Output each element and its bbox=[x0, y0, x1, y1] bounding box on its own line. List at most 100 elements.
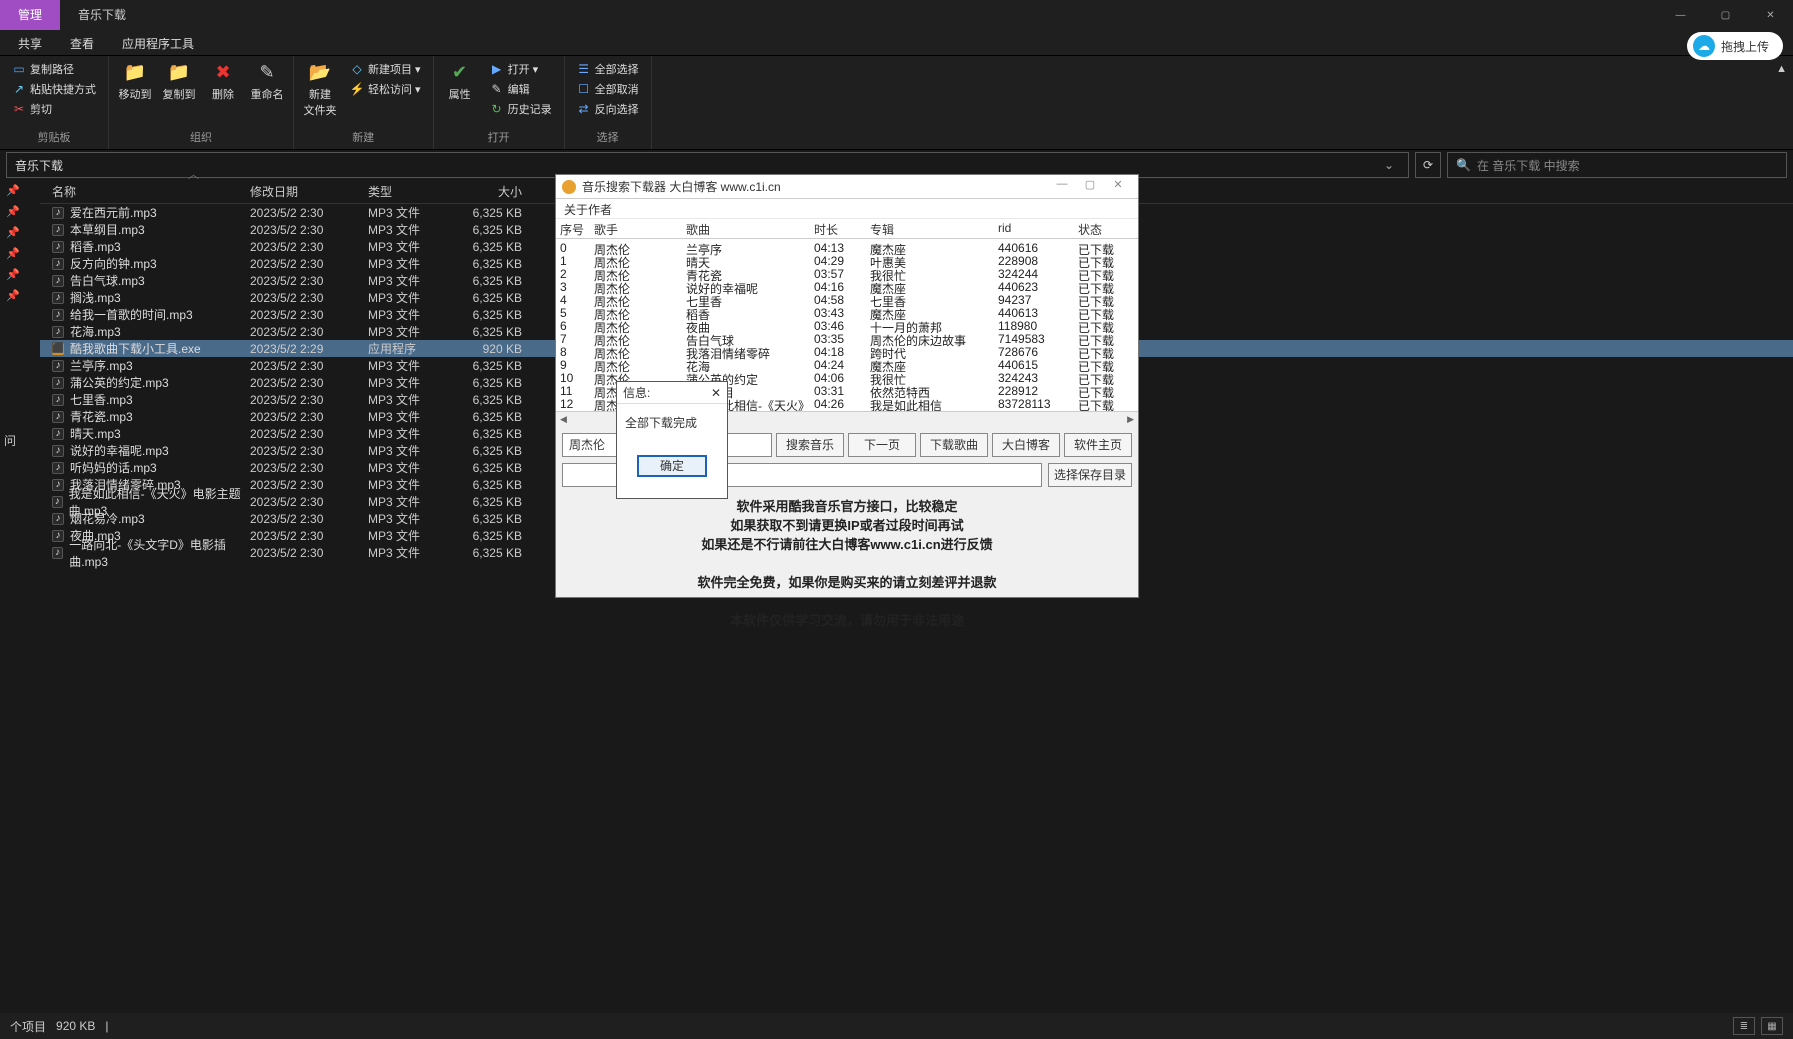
app-row[interactable]: 1周杰伦晴天04:29叶惠美228908已下载 bbox=[556, 252, 1138, 265]
col-name[interactable]: 名称 bbox=[40, 183, 250, 200]
app-row[interactable]: 8周杰伦我落泪情绪零碎04:18跨时代728676已下载 bbox=[556, 343, 1138, 356]
hdr-artist[interactable]: 歌手 bbox=[590, 219, 682, 238]
app-home-button[interactable]: 软件主页 bbox=[1064, 433, 1132, 457]
file-size: 6,325 KB bbox=[468, 274, 538, 288]
hdr-dur[interactable]: 时长 bbox=[810, 219, 866, 238]
search-icon: 🔍 bbox=[1456, 158, 1471, 172]
collapse-ribbon-icon[interactable]: ▲ bbox=[1776, 63, 1787, 75]
pin-icon[interactable]: 📌 bbox=[0, 264, 40, 285]
history-button[interactable]: ↻历史记录 bbox=[486, 100, 556, 118]
file-name: 一路向北-《头文字D》电影插曲.mp3 bbox=[69, 536, 250, 570]
col-type[interactable]: 类型 bbox=[368, 183, 468, 200]
hdr-state[interactable]: 状态 bbox=[1074, 219, 1120, 238]
view-details-icon[interactable]: ≣ bbox=[1733, 1017, 1755, 1035]
delete-button[interactable]: ✖删除 bbox=[205, 60, 241, 102]
cut-button[interactable]: ✂剪切 bbox=[8, 100, 100, 118]
copy-path-button[interactable]: ▭复制路径 bbox=[8, 60, 100, 78]
open-button[interactable]: ▶打开 ▾ bbox=[486, 60, 556, 78]
file-date: 2023/5/2 2:30 bbox=[250, 393, 368, 407]
search-input[interactable]: 🔍 在 音乐下载 中搜索 bbox=[1447, 152, 1787, 178]
invert-icon: ⇄ bbox=[577, 102, 591, 116]
file-size: 6,325 KB bbox=[468, 410, 538, 424]
breadcrumb[interactable]: 音乐下载 bbox=[15, 157, 63, 174]
upload-badge[interactable]: ☁ 拖拽上传 bbox=[1687, 32, 1783, 60]
tab-manage[interactable]: 管理 bbox=[0, 0, 60, 30]
app-menu-about[interactable]: 关于作者 bbox=[564, 203, 612, 217]
properties-button[interactable]: ✔属性 bbox=[442, 60, 478, 102]
app-maximize-icon[interactable]: ▢ bbox=[1076, 178, 1104, 196]
mp3-icon: ♪ bbox=[52, 513, 64, 525]
upload-label: 拖拽上传 bbox=[1721, 38, 1769, 55]
app-titlebar[interactable]: 音乐搜索下载器 大白博客 www.c1i.cn — ▢ ✕ bbox=[556, 175, 1138, 199]
app-row[interactable]: 3周杰伦说好的幸福呢04:16魔杰座440623已下载 bbox=[556, 278, 1138, 291]
file-size: 6,325 KB bbox=[468, 495, 538, 509]
properties-icon: ✔ bbox=[448, 60, 472, 84]
select-none-button[interactable]: ☐全部取消 bbox=[573, 80, 643, 98]
mp3-icon: ♪ bbox=[52, 462, 64, 474]
refresh-button[interactable]: ⟳ bbox=[1415, 152, 1441, 178]
app-row[interactable]: 7周杰伦告白气球03:35周杰伦的床边故事7149583已下载 bbox=[556, 330, 1138, 343]
menu-share[interactable]: 共享 bbox=[4, 30, 56, 55]
paste-shortcut-button[interactable]: ↗粘贴快捷方式 bbox=[8, 80, 100, 98]
col-date[interactable]: 修改日期 bbox=[250, 183, 368, 200]
easy-access-button[interactable]: ⚡轻松访问 ▾ bbox=[346, 80, 425, 98]
invert-selection-button[interactable]: ⇄反向选择 bbox=[573, 100, 643, 118]
pin-icon[interactable]: 📌 bbox=[0, 180, 40, 201]
file-size: 6,325 KB bbox=[468, 393, 538, 407]
pin-icon[interactable]: 📌 bbox=[0, 285, 40, 306]
file-size: 6,325 KB bbox=[468, 529, 538, 543]
view-thumbs-icon[interactable]: ▦ bbox=[1761, 1017, 1783, 1035]
app-blog-button[interactable]: 大白博客 bbox=[992, 433, 1060, 457]
file-size: 6,325 KB bbox=[468, 257, 538, 271]
file-name: 稻香.mp3 bbox=[70, 238, 121, 255]
app-row[interactable]: 5周杰伦稻香03:43魔杰座440613已下载 bbox=[556, 304, 1138, 317]
hdr-album[interactable]: 专辑 bbox=[866, 219, 994, 238]
edit-button[interactable]: ✎编辑 bbox=[486, 80, 556, 98]
app-row[interactable]: 2周杰伦青花瓷03:57我很忙324244已下载 bbox=[556, 265, 1138, 278]
close-icon[interactable]: ✕ bbox=[1748, 0, 1793, 30]
copy-to-button[interactable]: 📁复制到 bbox=[161, 60, 197, 102]
file-date: 2023/5/2 2:30 bbox=[250, 495, 368, 509]
msg-title: 信息: bbox=[623, 384, 650, 401]
mp3-icon: ♪ bbox=[52, 445, 64, 457]
file-size: 6,325 KB bbox=[468, 512, 538, 526]
file-type: MP3 文件 bbox=[368, 476, 468, 493]
app-row[interactable]: 0周杰伦兰亭序04:13魔杰座440616已下载 bbox=[556, 239, 1138, 252]
app-choose-dir-button[interactable]: 选择保存目录 bbox=[1048, 463, 1132, 487]
app-close-icon[interactable]: ✕ bbox=[1104, 178, 1132, 196]
move-to-button[interactable]: 📁移动到 bbox=[117, 60, 153, 102]
tab-music-download[interactable]: 音乐下载 bbox=[60, 0, 144, 30]
tab-menubar: 共享 查看 应用程序工具 bbox=[0, 30, 1793, 56]
new-item-button[interactable]: ◇新建项目 ▾ bbox=[346, 60, 425, 78]
app-minimize-icon[interactable]: — bbox=[1048, 178, 1076, 196]
sidebar-label: 问 bbox=[0, 426, 40, 455]
minimize-icon[interactable]: — bbox=[1658, 0, 1703, 30]
sidebar: 📌 📌 📌 📌 📌 📌 问 bbox=[0, 180, 40, 1013]
maximize-icon[interactable]: ▢ bbox=[1703, 0, 1748, 30]
rename-button[interactable]: ✎重命名 bbox=[249, 60, 285, 102]
pin-icon[interactable]: 📌 bbox=[0, 243, 40, 264]
app-search-button[interactable]: 搜索音乐 bbox=[776, 433, 844, 457]
search-placeholder: 在 音乐下载 中搜索 bbox=[1477, 157, 1580, 174]
msg-ok-button[interactable]: 确定 bbox=[637, 455, 707, 477]
pin-icon[interactable]: 📌 bbox=[0, 201, 40, 222]
app-row[interactable]: 9周杰伦花海04:24魔杰座440615已下载 bbox=[556, 356, 1138, 369]
app-download-button[interactable]: 下载歌曲 bbox=[920, 433, 988, 457]
chevron-down-icon[interactable]: ⌄ bbox=[1378, 158, 1400, 172]
msg-close-icon[interactable]: ✕ bbox=[711, 386, 721, 400]
sort-chevron-icon[interactable]: ︿ bbox=[188, 166, 199, 182]
app-next-button[interactable]: 下一页 bbox=[848, 433, 916, 457]
hdr-seq[interactable]: 序号 bbox=[556, 219, 590, 238]
hdr-rid[interactable]: rid bbox=[994, 219, 1074, 238]
new-folder-button[interactable]: 📂新建 文件夹 bbox=[302, 60, 338, 118]
col-size[interactable]: 大小 bbox=[468, 183, 538, 200]
app-row[interactable]: 6周杰伦夜曲03:46十一月的萧邦118980已下载 bbox=[556, 317, 1138, 330]
hdr-song[interactable]: 歌曲 bbox=[682, 219, 810, 238]
mp3-icon: ♪ bbox=[52, 360, 64, 372]
menu-view[interactable]: 查看 bbox=[56, 30, 108, 55]
file-type: MP3 文件 bbox=[368, 204, 468, 221]
select-all-button[interactable]: ☰全部选择 bbox=[573, 60, 643, 78]
menu-apptools[interactable]: 应用程序工具 bbox=[108, 30, 208, 55]
app-row[interactable]: 4周杰伦七里香04:58七里香94237已下载 bbox=[556, 291, 1138, 304]
pin-icon[interactable]: 📌 bbox=[0, 222, 40, 243]
